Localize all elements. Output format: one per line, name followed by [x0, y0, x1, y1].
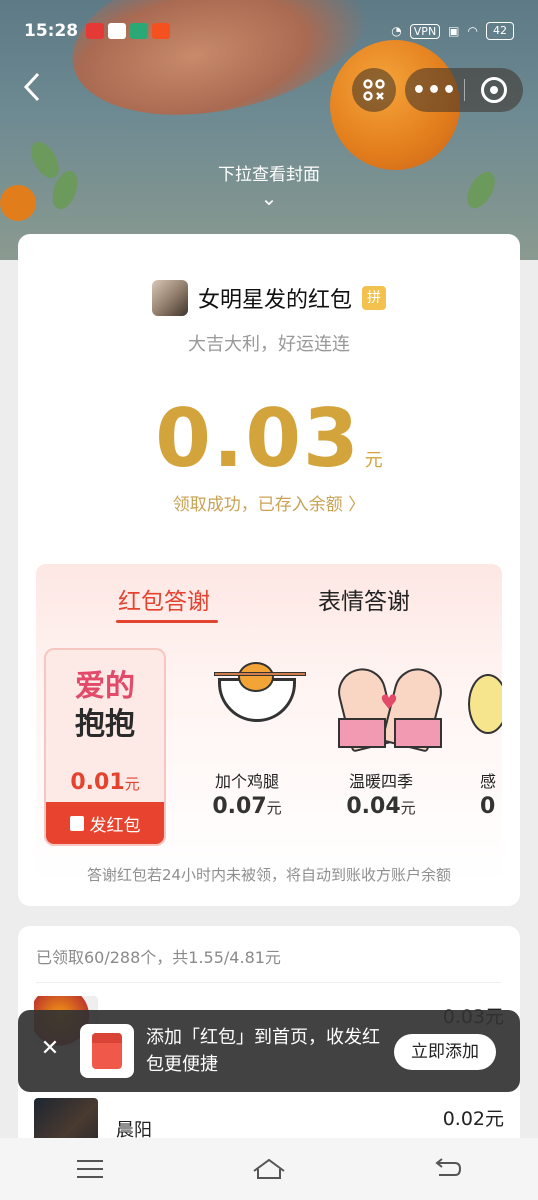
status-time: 15:28 [24, 21, 79, 41]
vpn-badge: VPN [409, 23, 441, 39]
red-packet-icon [69, 815, 84, 831]
gift-price: 0.01元 [46, 770, 164, 795]
chevron-down-icon: ⌄ [260, 186, 278, 210]
gift-card-drumstick[interactable]: 加个鸡腿 0.07元 [186, 648, 308, 848]
received-amount: 0.03 元 [18, 392, 520, 485]
sim-icon: ▣ [448, 24, 460, 38]
gift-price: 0.04元 [320, 794, 442, 819]
amount-value: 0.03 [155, 392, 361, 485]
add-now-button[interactable]: 立即添加 [394, 1034, 496, 1070]
add-to-home-toast: ✕ 添加「红包」到首页，收发红包更便捷 立即添加 [18, 1010, 520, 1092]
red-packet-app-icon [80, 1024, 134, 1078]
gift-price-unit: 元 [266, 799, 282, 817]
miniapp-capsule: ••• [405, 68, 523, 112]
thanks-tabs: 红包答谢 表情答谢 [36, 576, 502, 626]
notification-app-icon [86, 23, 105, 39]
system-nav-bar [0, 1138, 538, 1200]
gift-price-value: 0 [480, 794, 496, 819]
gift-card-warm-seasons[interactable]: ♥ 温暖四季 0.04元 [320, 648, 447, 848]
pull-down-hint[interactable]: 下拉查看封面 [0, 160, 538, 185]
heart-hands-icon: ♥ [333, 656, 447, 753]
pin-badge: 拼 [362, 286, 386, 310]
rice-bowl-icon [214, 658, 306, 740]
back-button[interactable] [418, 1149, 478, 1189]
status-right: ◔ VPN ▣ ◠ 42 [391, 22, 514, 40]
divider [36, 982, 502, 983]
gift-card-partial[interactable]: 感 0 [456, 648, 502, 848]
home-icon [253, 1158, 285, 1179]
toast-text: 添加「红包」到首页，收发红包更便捷 [146, 1027, 380, 1075]
stored-to-balance-link[interactable]: 领取成功，已存入余额 〉 [18, 490, 520, 515]
send-button-label: 发红包 [89, 815, 141, 836]
more-dots-icon[interactable]: ••• [406, 78, 464, 103]
scan-icon [363, 79, 385, 101]
gift-price-value: 0.07 [212, 794, 267, 819]
close-icon[interactable]: ✕ [38, 1036, 62, 1061]
battery-indicator: 42 [486, 22, 514, 40]
menu-icon [76, 1160, 103, 1178]
amount-unit: 元 [364, 450, 383, 471]
tab-sticker-thanks[interactable]: 表情答谢 [318, 582, 410, 616]
notification-app-icon [130, 23, 149, 39]
red-packet-card: 女明星发的红包 拼 大吉大利，好运连连 0.03 元 领取成功，已存入余额 〉 红… [18, 234, 520, 906]
gift-name: 温暖四季 [348, 772, 413, 791]
gift-price-value: 0.04 [346, 794, 401, 819]
gift-price-unit: 元 [400, 799, 416, 817]
scan-button[interactable] [352, 68, 396, 112]
notification-icons [86, 23, 171, 39]
hug-art-line1: 爱的 [75, 669, 135, 704]
hug-sticker-art: 爱的 抱抱 [46, 668, 164, 744]
sender-row: 女明星发的红包 拼 [18, 280, 520, 316]
target-icon[interactable] [465, 77, 523, 103]
gift-card-hug[interactable]: 爱的 抱抱 0.01元 发红包 [44, 648, 166, 846]
gift-price-unit: 元 [124, 775, 140, 793]
hug-art-line2: 抱抱 [75, 707, 135, 742]
notification-app-icon [152, 23, 171, 39]
back-arrow-svg [23, 72, 40, 102]
claim-summary: 已领取60/288个，共1.55/4.81元 [36, 948, 281, 967]
gift-partial-icon [468, 674, 502, 734]
menu-button[interactable] [60, 1149, 120, 1189]
wifi-icon: ◠ [467, 24, 478, 38]
gift-name: 感 [480, 772, 497, 791]
notification-app-icon [108, 23, 127, 39]
thanks-note: 答谢红包若24小时内未被领，将自动到账收方账户余额 [86, 866, 452, 884]
back-icon [435, 1158, 462, 1176]
status-bar: 15:28 ◔ VPN ▣ ◠ 42 [24, 14, 514, 48]
gift-price: 0.07元 [186, 794, 308, 819]
blessing-text: 大吉大利，好运连连 [188, 334, 350, 355]
active-tab-underline [116, 620, 218, 623]
tab-red-packet-thanks[interactable]: 红包答谢 [118, 582, 210, 616]
sender-name: 女明星发的红包 [197, 288, 352, 313]
record-amount: 0.02元 [442, 1108, 504, 1130]
sender-avatar[interactable] [151, 280, 188, 316]
thanks-section: 红包答谢 表情答谢 爱的 抱抱 0.01元 发红包 加个鸡腿 0.07元 ♥ 温… [36, 564, 502, 884]
gift-name: 加个鸡腿 [214, 772, 279, 791]
gift-price-value: 0.01 [70, 770, 125, 795]
home-button[interactable] [239, 1149, 299, 1189]
back-arrow-icon[interactable] [14, 70, 50, 110]
send-red-packet-button[interactable]: 发红包 [46, 802, 164, 844]
gift-price: 0 [456, 794, 502, 819]
alarm-icon: ◔ [391, 24, 402, 38]
